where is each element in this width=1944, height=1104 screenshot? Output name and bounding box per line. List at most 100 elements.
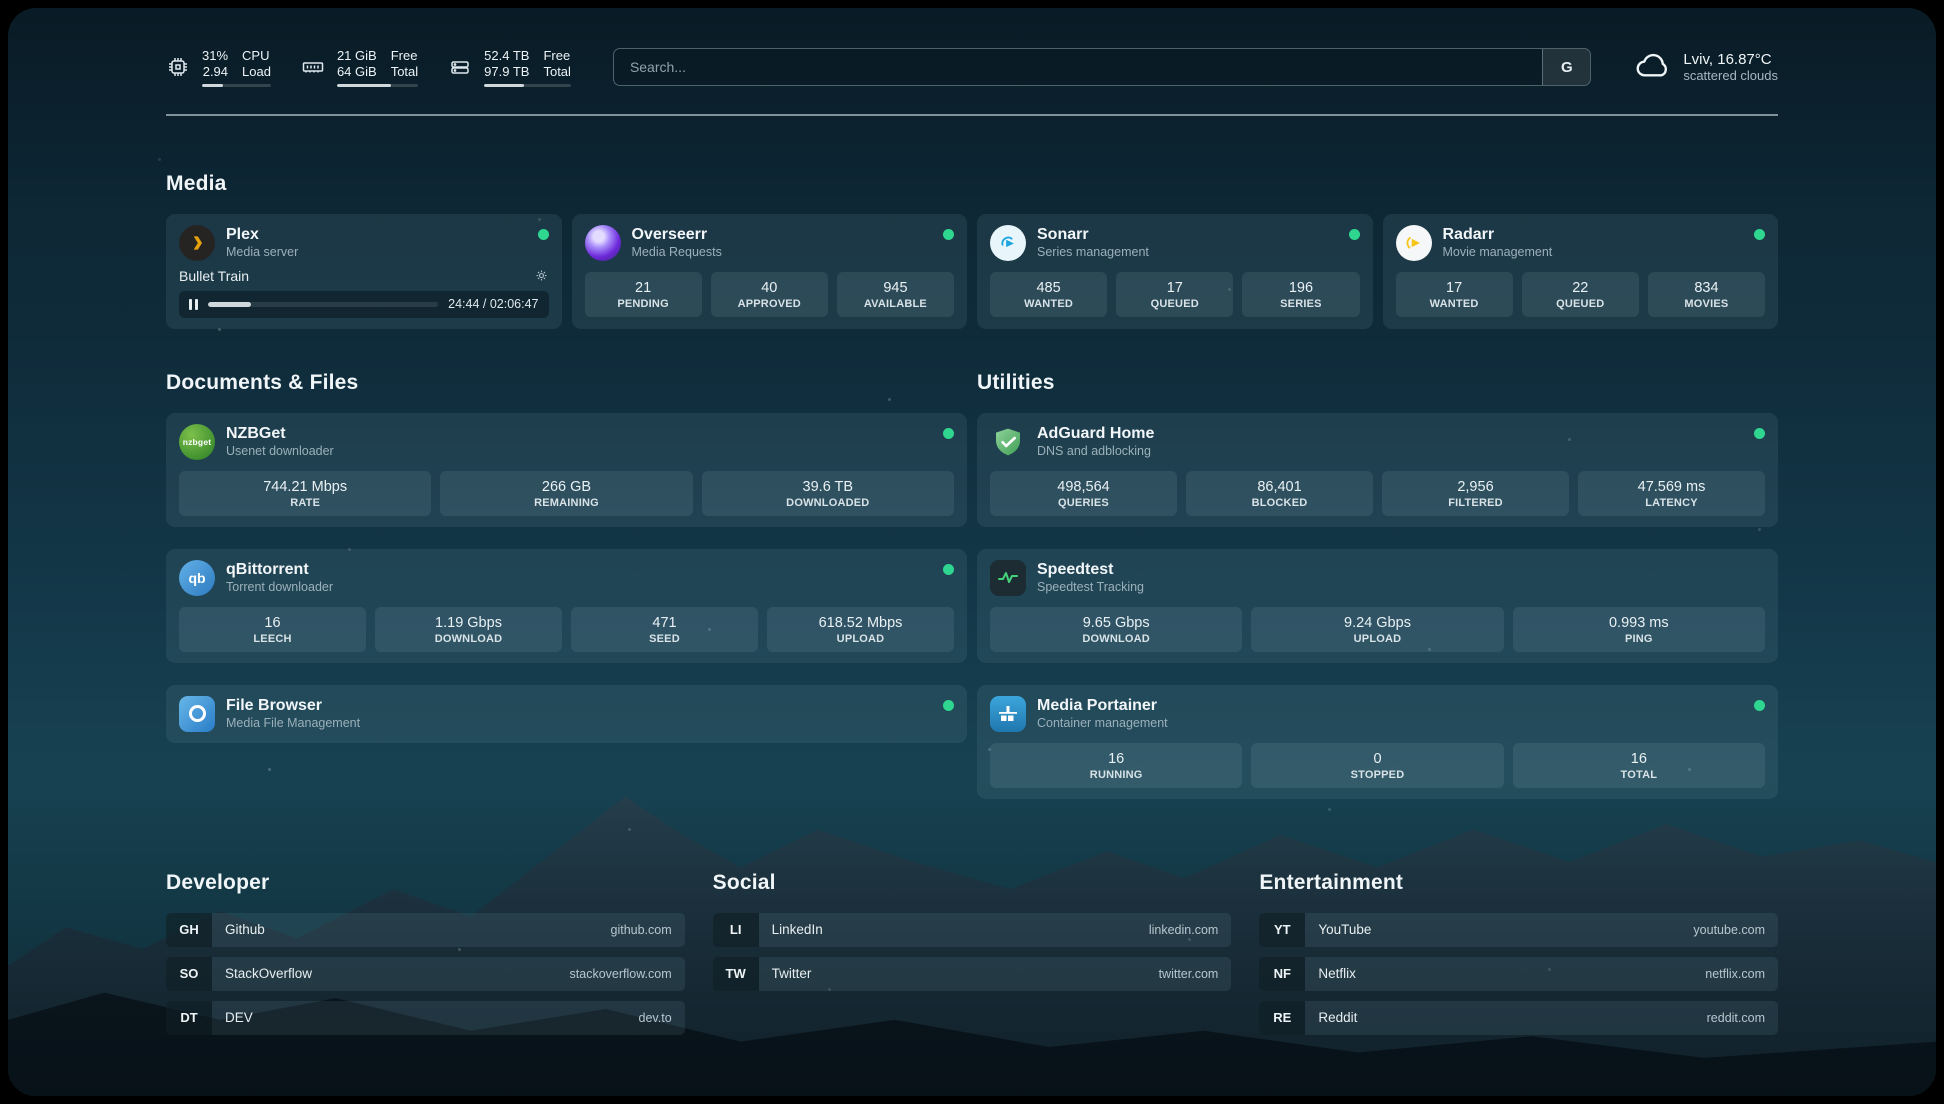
service-card-adguard[interactable]: AdGuard Home DNS and adblocking 498,564 … <box>977 413 1778 527</box>
service-title: File Browser <box>226 696 360 715</box>
service-card-portainer[interactable]: Media Portainer Container management 16 … <box>977 685 1778 799</box>
service-title: NZBGet <box>226 424 334 443</box>
service-subtitle: Container management <box>1037 716 1168 731</box>
search-input[interactable] <box>614 49 1542 85</box>
bookmark-twitter[interactable]: TW Twitter twitter.com <box>713 957 1232 991</box>
overseerr-icon <box>585 225 621 261</box>
service-card-speedtest[interactable]: Speedtest Speedtest Tracking 9.65 Gbps D… <box>977 549 1778 663</box>
service-title: Sonarr <box>1037 225 1149 244</box>
sonarr-icon <box>990 225 1026 261</box>
stat-blocked: 86,401 BLOCKED <box>1186 471 1373 516</box>
status-dot <box>538 229 549 240</box>
bookmark-group-developer: Developer GH Github github.com SO StackO… <box>166 871 685 1035</box>
gear-icon[interactable] <box>534 268 549 283</box>
stat-movies: 834 MOVIES <box>1648 272 1765 317</box>
service-card-nzbget[interactable]: nzbget NZBGet Usenet downloader 744.21 M… <box>166 413 967 527</box>
disk-total-label: Total <box>543 64 570 80</box>
top-bar: 31% CPU 2.94 Load <box>166 38 1778 96</box>
stat-ping: 0.993 ms PING <box>1513 607 1765 652</box>
bookmark-group-social: Social LI LinkedIn linkedin.com TW Twitt… <box>713 871 1232 1035</box>
youtube-icon: YT <box>1259 913 1305 947</box>
memory-widget: 21 GiB Free 64 GiB Total <box>301 48 418 87</box>
stat-wanted: 17 WANTED <box>1396 272 1513 317</box>
search-provider-button[interactable]: G <box>1542 49 1590 85</box>
stat-queries: 498,564 QUERIES <box>990 471 1177 516</box>
stat-filtered: 2,956 FILTERED <box>1382 471 1569 516</box>
weather-widget: Lviv, 16.87°C scattered clouds <box>1633 46 1778 89</box>
stat-upload: 618.52 Mbps UPLOAD <box>767 607 954 652</box>
cpu-percent: 31% <box>202 48 228 64</box>
stat-downloaded: 39.6 TB DOWNLOADED <box>702 471 954 516</box>
section-title-documents: Documents & Files <box>166 371 967 395</box>
dashboard-screen: 31% CPU 2.94 Load <box>8 8 1936 1096</box>
bookmark-group-entertainment: Entertainment YT YouTube youtube.com NF … <box>1259 871 1778 1035</box>
bookmark-dev[interactable]: DT DEV dev.to <box>166 1001 685 1035</box>
status-dot <box>1754 229 1765 240</box>
status-dot <box>943 700 954 711</box>
service-card-sonarr[interactable]: Sonarr Series management 485 WANTED 17 Q… <box>977 214 1373 329</box>
portainer-icon <box>990 696 1026 732</box>
service-subtitle: Media Requests <box>632 245 722 260</box>
service-title: AdGuard Home <box>1037 424 1154 443</box>
bookmark-github[interactable]: GH Github github.com <box>166 913 685 947</box>
service-subtitle: Media File Management <box>226 716 360 731</box>
status-dot <box>943 229 954 240</box>
system-widgets: 31% CPU 2.94 Load <box>166 48 571 87</box>
service-subtitle: Speedtest Tracking <box>1037 580 1144 595</box>
stat-upload: 9.24 Gbps UPLOAD <box>1251 607 1503 652</box>
service-title: Media Portainer <box>1037 696 1168 715</box>
service-subtitle: Torrent downloader <box>226 580 333 595</box>
bookmark-youtube[interactable]: YT YouTube youtube.com <box>1259 913 1778 947</box>
bookmark-title-entertainment: Entertainment <box>1259 871 1778 895</box>
stackoverflow-icon: SO <box>166 957 212 991</box>
stat-available: 945 AVAILABLE <box>837 272 954 317</box>
disk-icon <box>448 55 472 79</box>
status-dot <box>1754 700 1765 711</box>
section-documents: Documents & Files nzbget NZBGet Usenet d… <box>166 371 967 799</box>
stat-remaining: 266 GB REMAINING <box>440 471 692 516</box>
service-card-filebrowser[interactable]: File Browser Media File Management <box>166 685 967 743</box>
service-card-plex[interactable]: Plex Media server Bullet Train <box>166 214 562 329</box>
service-card-radarr[interactable]: Radarr Movie management 17 WANTED 22 QUE… <box>1383 214 1779 329</box>
stat-wanted: 485 WANTED <box>990 272 1107 317</box>
weather-location: Lviv, 16.87°C <box>1683 51 1778 68</box>
pause-icon[interactable] <box>189 299 198 310</box>
adguard-icon <box>990 424 1026 460</box>
bookmark-stackoverflow[interactable]: SO StackOverflow stackoverflow.com <box>166 957 685 991</box>
reddit-icon: RE <box>1259 1001 1305 1035</box>
stat-approved: 40 APPROVED <box>711 272 828 317</box>
memory-bar <box>337 84 418 87</box>
media-cards-row: Plex Media server Bullet Train <box>166 214 1778 329</box>
disk-free: 52.4 TB <box>484 48 529 64</box>
stat-download: 1.19 Gbps DOWNLOAD <box>375 607 562 652</box>
bookmark-netflix[interactable]: NF Netflix netflix.com <box>1259 957 1778 991</box>
bookmark-title-developer: Developer <box>166 871 685 895</box>
memory-free: 21 GiB <box>337 48 377 64</box>
plex-icon <box>179 225 215 261</box>
disk-widget: 52.4 TB Free 97.9 TB Total <box>448 48 571 87</box>
playback-progress[interactable] <box>208 302 439 307</box>
now-playing-title: Bullet Train <box>179 268 249 284</box>
service-subtitle: Media server <box>226 245 298 260</box>
stat-download: 9.65 Gbps DOWNLOAD <box>990 607 1242 652</box>
disk-total: 97.9 TB <box>484 64 529 80</box>
service-card-qbittorrent[interactable]: qb qBittorrent Torrent downloader 16 <box>166 549 967 663</box>
cpu-label: CPU <box>242 48 271 64</box>
stat-running: 16 RUNNING <box>990 743 1242 788</box>
disk-bar <box>484 84 571 87</box>
stat-rate: 744.21 Mbps RATE <box>179 471 431 516</box>
snow-particles <box>8 8 11 11</box>
service-title: qBittorrent <box>226 560 333 579</box>
service-title: Plex <box>226 225 298 244</box>
service-subtitle: Usenet downloader <box>226 444 334 459</box>
status-dot <box>943 564 954 575</box>
bookmark-reddit[interactable]: RE Reddit reddit.com <box>1259 1001 1778 1035</box>
service-title: Radarr <box>1443 225 1553 244</box>
service-subtitle: Movie management <box>1443 245 1553 260</box>
bookmark-linkedin[interactable]: LI LinkedIn linkedin.com <box>713 913 1232 947</box>
stat-leech: 16 LEECH <box>179 607 366 652</box>
plex-player-bar: 24:44 / 02:06:47 <box>179 291 549 318</box>
service-card-overseerr[interactable]: Overseerr Media Requests 21 PENDING 40 A… <box>572 214 968 329</box>
memory-total-label: Total <box>391 64 418 80</box>
stat-series: 196 SERIES <box>1242 272 1359 317</box>
